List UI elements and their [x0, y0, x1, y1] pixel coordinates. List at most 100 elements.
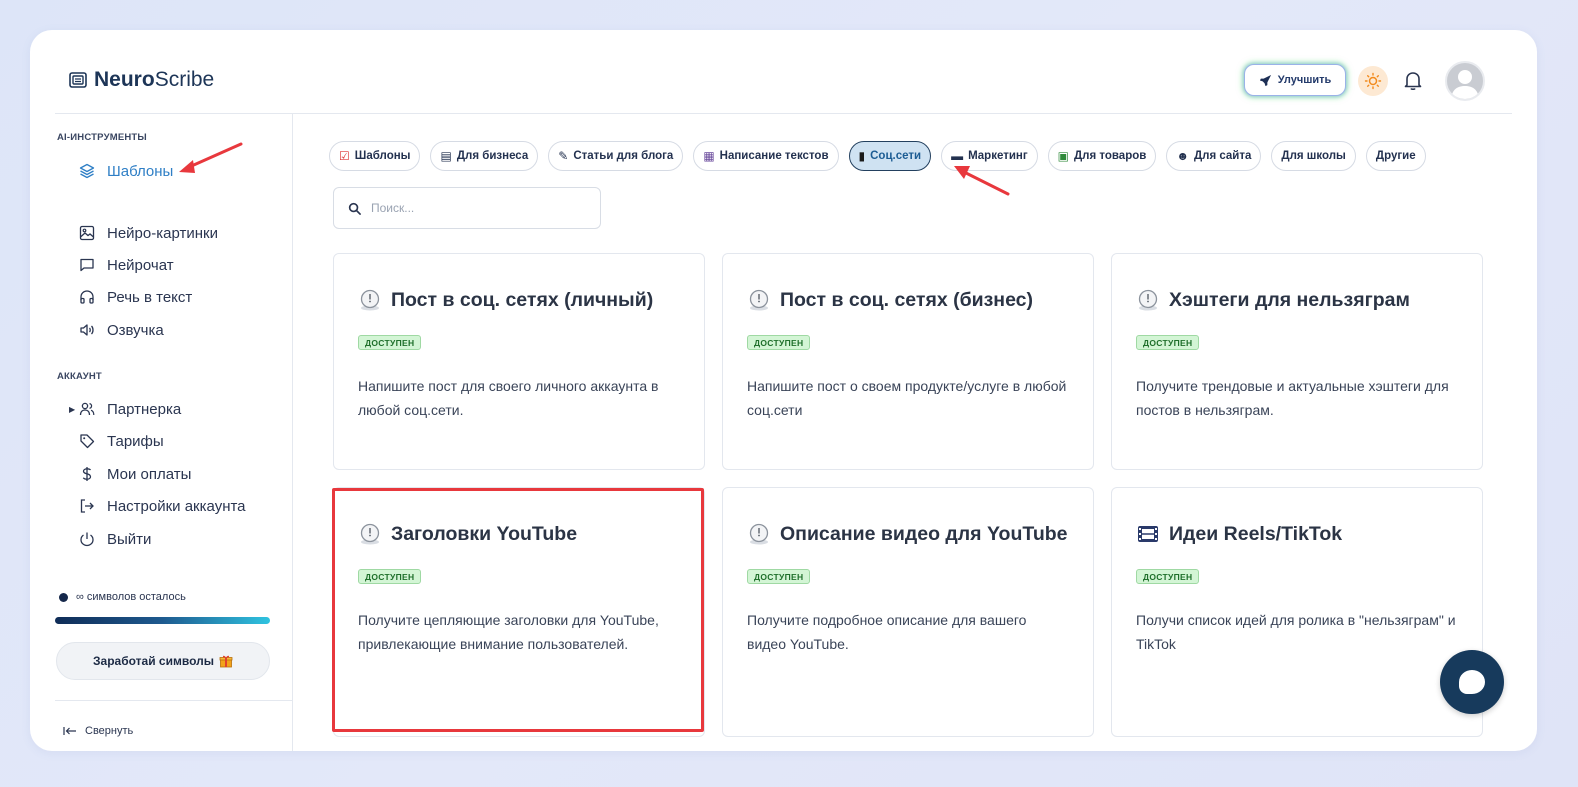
- symbols-remaining: ∞ символов осталось: [59, 591, 186, 603]
- headphones-icon: [80, 290, 94, 304]
- card-title-text: Заголовки YouTube: [391, 522, 578, 545]
- sidebar-item-label: Озвучка: [107, 321, 164, 339]
- card-description: Получите цепляющие заголовки для YouTube…: [358, 612, 659, 652]
- sidebar-item-logout[interactable]: Выйти: [79, 528, 151, 550]
- tab-templates[interactable]: ☑ Шаблоны: [329, 141, 421, 171]
- logo-bold: Neuro: [94, 68, 155, 91]
- rocket-icon: [1259, 74, 1271, 86]
- sidebar-item-speech-to-text[interactable]: Речь в текст: [79, 286, 192, 308]
- tab-label: Написание текстов: [719, 150, 829, 162]
- tab-label: Для бизнеса: [456, 150, 529, 162]
- sidebar-item-templates[interactable]: Шаблоны: [79, 160, 173, 182]
- sidebar: AI-ИНСТРУМЕНТЫ Шаблоны Нейро-картинки Не…: [55, 114, 293, 751]
- template-card-reels-ideas[interactable]: Идеи Reels/TikTok ДОСТУПЕН Получи список…: [1111, 487, 1483, 737]
- status-badge: ДОСТУПЕН: [1136, 569, 1200, 584]
- chat-bubble-icon: [1459, 670, 1485, 694]
- checkbox-icon: ☑: [339, 149, 350, 163]
- template-card-business-post[interactable]: Пост в соц. сетях (бизнес) ДОСТУПЕН Напи…: [722, 253, 1094, 470]
- mask-icon: ☻: [1176, 149, 1189, 163]
- sidebar-item-voiceover[interactable]: Озвучка: [79, 319, 164, 341]
- film-icon: [1138, 526, 1158, 542]
- search-box[interactable]: [333, 187, 601, 229]
- template-card-youtube-titles[interactable]: Заголовки YouTube ДОСТУПЕН Получите цепл…: [333, 487, 705, 737]
- tab-marketing[interactable]: ▬ Маркетинг: [941, 141, 1038, 171]
- theme-toggle[interactable]: [1358, 66, 1388, 96]
- card-title: Идеи Reels/TikTok: [1136, 522, 1342, 546]
- tab-text-writing[interactable]: ▦ Написание текстов: [693, 141, 839, 171]
- upgrade-button[interactable]: Улучшить: [1244, 64, 1346, 96]
- search-input[interactable]: [371, 201, 571, 215]
- logo-icon: [69, 72, 87, 88]
- clock-icon: [749, 523, 769, 545]
- card-description: Напишите пост о своем продукте/услуге в …: [747, 378, 1067, 418]
- chat-icon: [80, 258, 94, 272]
- laptop-icon: ▬: [951, 149, 964, 163]
- card-title-text: Описание видео для YouTube: [780, 522, 1068, 545]
- sidebar-item-payments[interactable]: Мои оплаты: [79, 463, 191, 485]
- sidebar-item-tariffs[interactable]: Тарифы: [79, 430, 164, 452]
- tab-school[interactable]: Для школы: [1271, 141, 1356, 171]
- top-header: Neuro Scribe Улучшить: [55, 30, 1512, 114]
- app-logo[interactable]: Neuro Scribe: [69, 68, 214, 92]
- chat-widget-button[interactable]: [1440, 650, 1504, 714]
- memo-icon: ✎: [558, 149, 569, 163]
- section-title-account: АККАУНТ: [57, 371, 102, 382]
- layers-icon: [79, 163, 95, 179]
- card-title: Описание видео для YouTube: [747, 522, 1068, 546]
- power-icon: [80, 532, 94, 547]
- sidebar-item-label: Нейрочат: [107, 256, 174, 274]
- tab-social-networks[interactable]: ▮ Соц.сети: [848, 141, 932, 171]
- sidebar-item-label: Нейро-картинки: [107, 224, 218, 242]
- tab-label: Для школы: [1281, 150, 1346, 162]
- earn-symbols-label: Заработай символы: [93, 654, 214, 668]
- sidebar-item-label: Тарифы: [107, 432, 164, 450]
- status-badge: ДОСТУПЕН: [358, 335, 422, 350]
- logo-rest: Scribe: [154, 68, 215, 91]
- sidebar-item-label: Речь в текст: [107, 288, 193, 306]
- sidebar-item-neuro-images[interactable]: Нейро-картинки: [79, 222, 218, 244]
- tab-website[interactable]: ☻ Для сайта: [1166, 141, 1262, 171]
- tab-business[interactable]: ▤ Для бизнеса: [430, 141, 539, 171]
- clock-icon: [749, 289, 769, 311]
- upgrade-label: Улучшить: [1277, 74, 1332, 86]
- tab-blog-articles[interactable]: ✎ Статьи для блога: [548, 141, 684, 171]
- template-card-personal-post[interactable]: Пост в соц. сетях (личный) ДОСТУПЕН Напи…: [333, 253, 705, 470]
- tab-other[interactable]: Другие: [1365, 141, 1426, 171]
- image-icon: [79, 225, 95, 241]
- bell-icon[interactable]: [1401, 68, 1425, 92]
- sidebar-item-label: Настройки аккаунта: [107, 497, 246, 515]
- sun-icon: [1364, 72, 1382, 90]
- status-badge: ДОСТУПЕН: [747, 335, 811, 350]
- status-badge: ДОСТУПЕН: [1136, 335, 1200, 350]
- sidebar-item-partner[interactable]: Партнерка: [79, 398, 181, 420]
- tab-label: Шаблоны: [354, 150, 411, 162]
- dollar-icon: [82, 467, 92, 481]
- tab-label: Другие: [1375, 150, 1416, 162]
- card-description: Получите подробное описание для вашего в…: [747, 612, 1027, 652]
- avatar-icon: [1451, 70, 1479, 99]
- sidebar-item-account-settings[interactable]: Настройки аккаунта: [79, 495, 246, 517]
- sidebar-item-label: Выйти: [107, 530, 152, 548]
- card-title: Заголовки YouTube: [358, 522, 577, 546]
- clock-icon: [360, 523, 380, 545]
- card-title-text: Хэштеги для нельзяграм: [1169, 288, 1410, 311]
- card-title: Пост в соц. сетях (личный): [358, 288, 653, 312]
- card-title: Пост в соц. сетях (бизнес): [747, 288, 1033, 312]
- sidebar-item-neurochat[interactable]: Нейрочат: [79, 254, 174, 276]
- tab-label: Для сайта: [1193, 150, 1252, 162]
- collapse-sidebar-button[interactable]: Свернуть: [63, 725, 133, 737]
- symbols-progress-bar: [55, 617, 270, 624]
- earn-symbols-button[interactable]: Заработай символы: [56, 642, 270, 680]
- clock-icon: [360, 289, 380, 311]
- books-icon: ▦: [703, 149, 715, 163]
- users-icon: [79, 402, 95, 416]
- sidebar-item-label: Мои оплаты: [107, 465, 192, 483]
- caret-right-icon[interactable]: ▶: [69, 405, 75, 414]
- tab-products[interactable]: ▣ Для товаров: [1047, 141, 1157, 171]
- search-icon: [348, 202, 361, 215]
- template-card-youtube-description[interactable]: Описание видео для YouTube ДОСТУПЕН Полу…: [722, 487, 1094, 737]
- template-card-hashtags[interactable]: Хэштеги для нельзяграм ДОСТУПЕН Получите…: [1111, 253, 1483, 470]
- user-avatar[interactable]: [1445, 61, 1485, 101]
- tab-label: Для товаров: [1073, 150, 1147, 162]
- tab-label: Маркетинг: [968, 150, 1028, 162]
